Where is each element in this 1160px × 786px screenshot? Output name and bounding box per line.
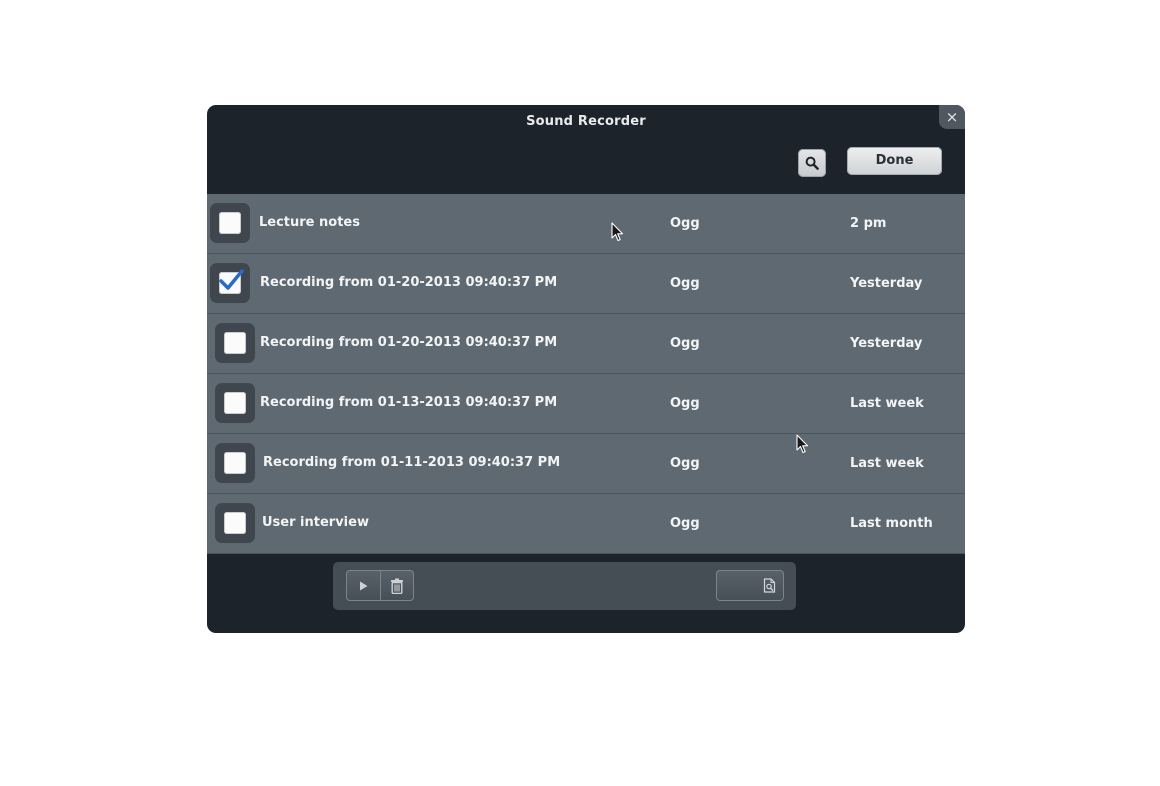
recording-name: Recording from 01-20-2013 09:40:37 PM — [260, 275, 558, 290]
recording-format: Ogg — [670, 396, 700, 411]
search-icon — [805, 156, 819, 170]
play-icon — [359, 581, 368, 590]
checkmark-icon — [219, 269, 244, 290]
recording-date: Last week — [850, 456, 924, 471]
search-button[interactable] — [798, 149, 826, 177]
recording-row[interactable]: Lecture notes Ogg 2 pm — [207, 194, 965, 254]
recording-name: Lecture notes — [259, 215, 360, 230]
recording-format: Ogg — [670, 216, 700, 231]
recording-date: 2 pm — [850, 216, 887, 231]
recordings-list: Lecture notes Ogg 2 pm Recording from 01… — [207, 194, 965, 554]
close-button[interactable]: × — [939, 105, 965, 129]
recording-date: Yesterday — [850, 276, 923, 291]
export-file-icon — [763, 578, 776, 593]
recording-row[interactable]: Recording from 01-11-2013 09:40:37 PM Og… — [207, 434, 965, 494]
recording-format: Ogg — [670, 516, 700, 531]
recording-name: User interview — [262, 515, 369, 530]
sound-recorder-window: Sound Recorder × Done Lecture notes Ogg … — [207, 105, 965, 633]
recording-date: Last week — [850, 396, 924, 411]
recording-row[interactable]: Recording from 01-13-2013 09:40:37 PM Og… — [207, 374, 965, 434]
recording-name: Recording from 01-20-2013 09:40:37 PM — [260, 335, 558, 350]
recording-name: Recording from 01-11-2013 09:40:37 PM — [263, 455, 561, 470]
recording-checkbox[interactable] — [215, 503, 255, 543]
recording-format: Ogg — [670, 336, 700, 351]
recording-date: Yesterday — [850, 336, 923, 351]
recording-checkbox[interactable] — [215, 383, 255, 423]
bottom-toolbar — [333, 562, 796, 610]
recording-format: Ogg — [670, 456, 700, 471]
window-title: Sound Recorder — [526, 114, 646, 129]
recording-row[interactable]: User interview Ogg Last month — [207, 494, 965, 554]
trash-icon — [391, 578, 404, 594]
recording-format: Ogg — [670, 276, 700, 291]
play-button[interactable] — [346, 570, 380, 601]
export-button[interactable] — [716, 570, 784, 601]
recording-checkbox[interactable] — [215, 443, 255, 483]
delete-button[interactable] — [379, 570, 415, 601]
recording-row[interactable]: Recording from 01-20-2013 09:40:37 PM Og… — [207, 254, 965, 314]
recording-checkbox[interactable] — [210, 263, 250, 303]
recording-row[interactable]: Recording from 01-20-2013 09:40:37 PM Og… — [207, 314, 965, 374]
recording-checkbox[interactable] — [215, 323, 255, 363]
recording-date: Last month — [850, 516, 933, 531]
close-icon: × — [945, 108, 959, 126]
recording-name: Recording from 01-13-2013 09:40:37 PM — [260, 395, 558, 410]
recording-checkbox[interactable] — [210, 203, 250, 243]
playback-button-group — [346, 570, 414, 601]
done-button[interactable]: Done — [847, 147, 942, 175]
